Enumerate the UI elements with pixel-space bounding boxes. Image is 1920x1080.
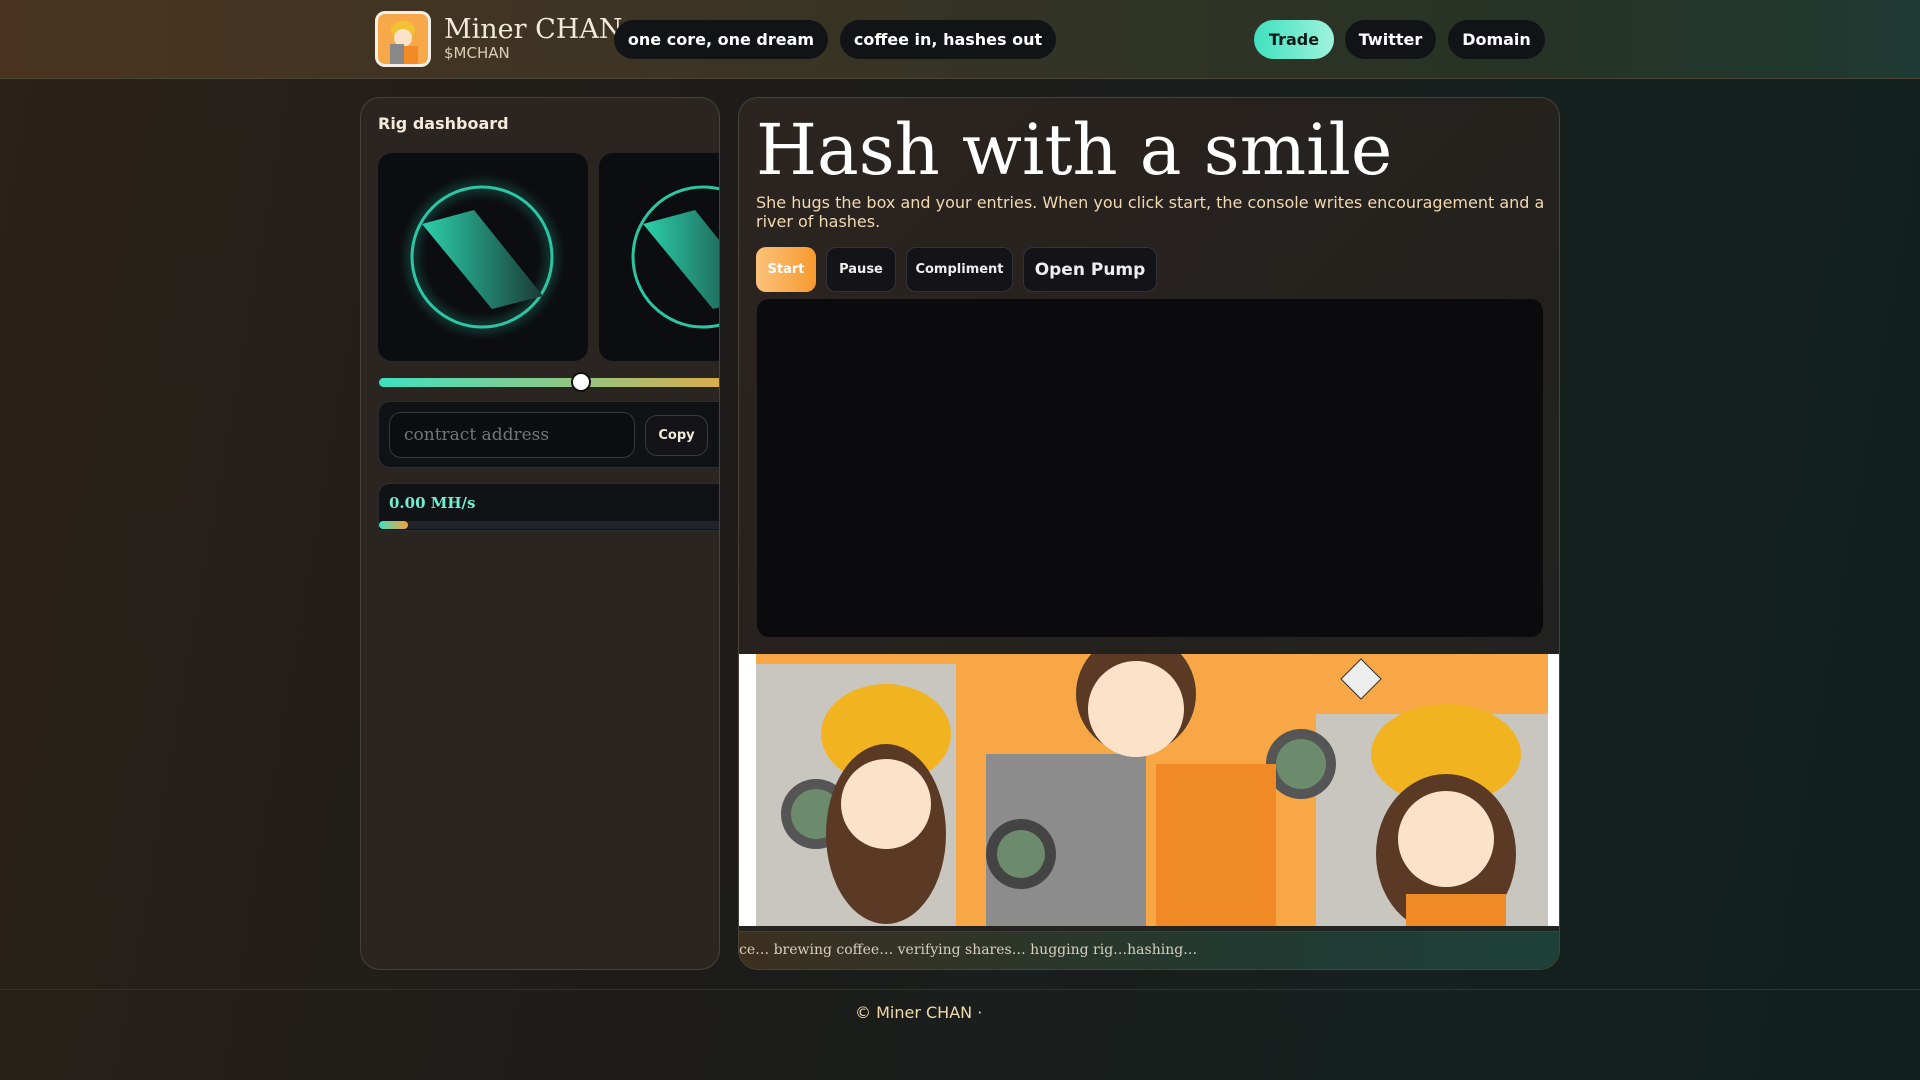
- trade-link[interactable]: Trade: [1254, 20, 1334, 59]
- hash-slider[interactable]: [379, 372, 719, 392]
- action-button[interactable]: [719, 415, 720, 456]
- ticker-text: ce… brewing coffee… verifying shares… hu…: [739, 942, 1198, 958]
- open-pump-button[interactable]: Open Pump: [1023, 247, 1157, 292]
- rig-dashboard-panel: Rig dashboard Copy 0.00 MH/s: [360, 97, 720, 970]
- fan-icon: [631, 185, 719, 329]
- copy-button[interactable]: Copy: [645, 415, 708, 456]
- hash-progress-bar: [379, 521, 719, 529]
- header: Miner CHAN $MCHAN one core, one dream co…: [0, 0, 1920, 79]
- pause-button[interactable]: Pause: [826, 247, 896, 292]
- miner-girls-illustration: [756, 634, 1548, 934]
- fan-icon: [410, 185, 554, 329]
- console-output: [757, 299, 1543, 637]
- contract-address-input[interactable]: [389, 412, 635, 458]
- hashrate-box: 0.00 MH/s: [378, 483, 719, 531]
- hashrate-value: 0.00 MH/s: [389, 494, 476, 512]
- domain-link[interactable]: Domain: [1448, 20, 1545, 59]
- compliment-button[interactable]: Compliment: [906, 247, 1013, 292]
- main-description: She hugs the box and your entries. When …: [756, 193, 1545, 231]
- rig-card: [378, 153, 588, 361]
- rig-card: [599, 153, 719, 361]
- logo[interactable]: [375, 11, 431, 67]
- main-title: Hash with a smile: [756, 109, 1393, 191]
- token-symbol: $MCHAN: [444, 44, 510, 62]
- slider-handle[interactable]: [570, 372, 591, 392]
- tagline-pill: coffee in, hashes out: [840, 20, 1056, 59]
- panel-title: Rig dashboard: [378, 114, 509, 133]
- hash-progress-fill: [379, 521, 408, 529]
- contract-box: Copy: [378, 401, 720, 468]
- main-panel: Hash with a smile She hugs the box and y…: [738, 97, 1560, 970]
- status-ticker: ce… brewing coffee… verifying shares… hu…: [739, 931, 1559, 969]
- start-button[interactable]: Start: [756, 247, 816, 292]
- footer-copyright: © Miner CHAN ·: [855, 1003, 983, 1022]
- tagline-pill: one core, one dream: [614, 20, 828, 59]
- hero-illustration: [739, 634, 1559, 934]
- brand-name: Miner CHAN: [444, 14, 623, 45]
- footer-divider: [0, 989, 1920, 990]
- twitter-link[interactable]: Twitter: [1345, 20, 1436, 59]
